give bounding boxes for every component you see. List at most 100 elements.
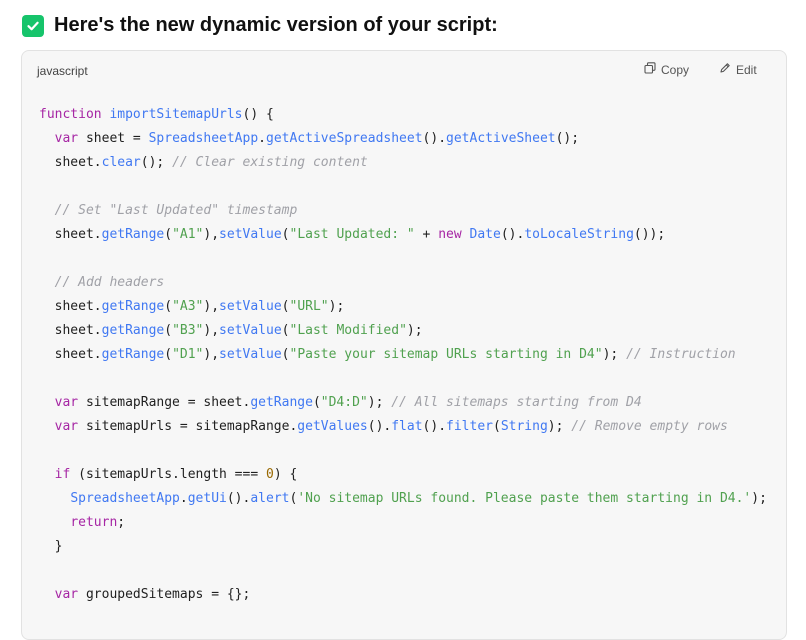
code-token: ); <box>328 299 345 314</box>
code-line: // Add headers <box>39 271 767 295</box>
code-token: "D4:D" <box>320 395 368 410</box>
code-token: ), <box>203 347 220 362</box>
code-token: 0 <box>265 467 274 482</box>
code-token: sheet. <box>39 347 102 362</box>
code-token: return <box>70 515 118 530</box>
code-token: "D1" <box>172 347 204 362</box>
code-token: "URL" <box>289 299 329 314</box>
code-token: Date <box>469 227 501 242</box>
code-token: ); <box>406 323 423 338</box>
code-token: (). <box>422 131 447 146</box>
code-token: setValue <box>219 323 282 338</box>
code-token: ( <box>281 299 290 314</box>
code-token: ()); <box>633 227 666 242</box>
code-line: function importSitemapUrls() { <box>39 103 767 127</box>
code-token: getActiveSpreadsheet <box>266 131 423 146</box>
code-token: } <box>39 539 63 554</box>
code-line: var sheet = SpreadsheetApp.getActiveSpre… <box>39 127 767 151</box>
code-token: var <box>54 395 79 410</box>
code-line: // Set "Last Updated" timestamp <box>39 199 767 223</box>
code-token: sitemapUrls = sitemapRange. <box>78 419 298 434</box>
code-line: var groupedSitemaps = {}; <box>39 583 767 607</box>
code-content: function importSitemapUrls() { var sheet… <box>39 103 767 607</box>
code-token: getRange <box>250 395 313 410</box>
code-token: getRange <box>101 227 165 242</box>
code-line: ​ <box>39 175 767 199</box>
code-token: ( <box>281 227 290 242</box>
code-token: ); <box>602 347 627 362</box>
code-token: var <box>54 131 79 146</box>
checkbox-checked-icon <box>22 14 44 37</box>
code-token: "Last Modified" <box>289 323 407 338</box>
code-line: ​ <box>39 559 767 583</box>
code-token: (). <box>226 491 251 506</box>
code-line: SpreadsheetApp.getUi().alert('No sitemap… <box>39 487 767 511</box>
code-token: getActiveSheet <box>446 131 556 146</box>
response-heading: Here's the new dynamic version of your s… <box>22 14 498 37</box>
copy-button[interactable]: Copy <box>644 62 689 77</box>
code-language-label: javascript <box>37 64 88 78</box>
code-token: sitemapRange = sheet. <box>78 395 251 410</box>
code-token: ), <box>203 323 220 338</box>
code-token: getUi <box>187 491 227 506</box>
code-line: sheet.getRange("D1"),setValue("Paste you… <box>39 343 767 367</box>
code-token: sheet = <box>78 131 149 146</box>
code-token: ( <box>493 419 501 434</box>
code-token: getValues <box>297 419 368 434</box>
edit-label: Edit <box>736 62 757 77</box>
code-token: groupedSitemaps = {}; <box>78 587 251 602</box>
heading-text: Here's the new dynamic version of your s… <box>54 14 498 36</box>
code-token: setValue <box>219 227 282 242</box>
code-token: var <box>54 587 79 602</box>
copy-icon <box>644 62 656 77</box>
code-token: "A3" <box>172 299 204 314</box>
code-token: ); <box>367 395 392 410</box>
code-token: ( <box>164 323 173 338</box>
code-token: ), <box>203 299 220 314</box>
code-token: getRange <box>101 347 165 362</box>
code-token: ), <box>203 227 220 242</box>
code-token: ) { <box>273 467 298 482</box>
code-token: setValue <box>219 299 282 314</box>
code-token: SpreadsheetApp <box>148 131 259 146</box>
code-line: sheet.getRange("A1"),setValue("Last Upda… <box>39 223 767 247</box>
code-line: } <box>39 535 767 559</box>
code-token: ( <box>281 323 290 338</box>
copy-label: Copy <box>661 62 690 77</box>
code-token: (); <box>555 131 580 146</box>
code-token: // Add headers <box>54 275 165 290</box>
code-line: sheet.getRange("B3"),setValue("Last Modi… <box>39 319 767 343</box>
code-token: ); <box>547 419 572 434</box>
pencil-icon <box>719 62 731 77</box>
code-token: ( <box>164 347 173 362</box>
code-token: // Clear existing content <box>172 155 368 170</box>
edit-button[interactable]: Edit <box>719 62 757 77</box>
code-token: ( <box>164 299 173 314</box>
code-block: javascript Copy Edit function importSite… <box>21 50 787 640</box>
code-token: sheet. <box>39 323 102 338</box>
code-line: sheet.clear(); // Clear existing content <box>39 151 767 175</box>
code-token: sheet. <box>39 299 102 314</box>
code-line: return; <box>39 511 767 535</box>
code-token: () { <box>242 107 274 122</box>
code-token: "B3" <box>172 323 204 338</box>
code-token: // Set "Last Updated" timestamp <box>54 203 298 218</box>
code-token: setValue <box>219 347 282 362</box>
code-token: "A1" <box>172 227 204 242</box>
code-token: sheet. <box>39 155 102 170</box>
code-token: importSitemapUrls <box>109 107 243 122</box>
code-token: alert <box>250 491 290 506</box>
code-token: . <box>258 131 266 146</box>
code-token: "Last Updated: " <box>289 227 415 242</box>
code-token: flat <box>391 419 423 434</box>
code-line: ​ <box>39 247 767 271</box>
code-token: filter <box>446 419 493 434</box>
code-line: var sitemapRange = sheet.getRange("D4:D"… <box>39 391 767 415</box>
code-line: if (sitemapUrls.length === 0) { <box>39 463 767 487</box>
